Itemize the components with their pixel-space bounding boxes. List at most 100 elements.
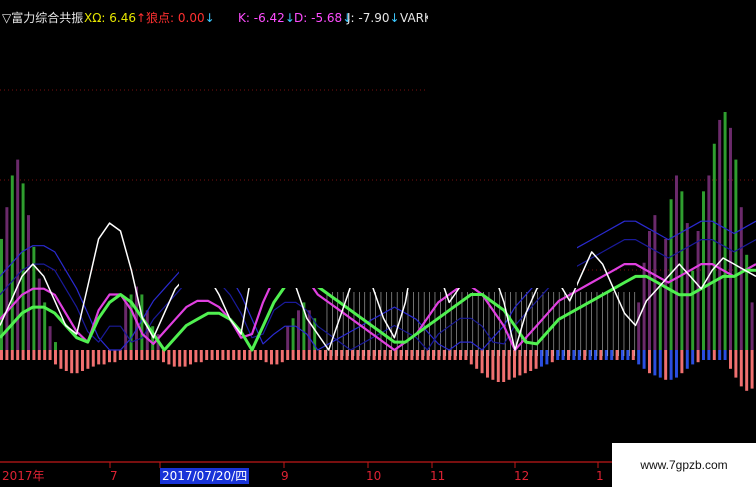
legend-item-d: D: -5.68↓	[294, 9, 352, 27]
negative-bar	[410, 350, 414, 360]
negative-bar	[70, 350, 74, 374]
negative-bar	[388, 350, 392, 360]
negative-bar	[135, 350, 138, 360]
histogram-bar	[286, 326, 290, 350]
negative-bar	[264, 350, 268, 363]
negative-bar	[437, 350, 441, 360]
negative-bar	[750, 350, 754, 389]
negative-bar	[32, 350, 36, 360]
negative-bar	[259, 350, 263, 360]
x-tick-label: 1	[596, 469, 604, 483]
histogram-bar	[685, 223, 689, 350]
negative-bar	[129, 350, 133, 360]
negative-bar	[237, 350, 241, 360]
negative-bar	[351, 350, 354, 360]
histogram-bar	[712, 143, 716, 350]
negative-bar	[64, 350, 68, 371]
histogram-bar	[718, 119, 722, 350]
x-tick-label: 7	[110, 469, 118, 483]
legend-label: K:	[238, 11, 250, 25]
negative-bar	[194, 350, 198, 363]
negative-bar	[16, 350, 20, 360]
legend-label: 狼点:	[146, 11, 175, 25]
negative-bar	[5, 350, 9, 360]
negative-bar	[691, 350, 695, 365]
negative-bar	[297, 350, 300, 360]
negative-bar	[183, 350, 187, 367]
histogram-bar	[48, 326, 52, 350]
legend-value: 0.00	[177, 11, 205, 25]
negative-bar	[480, 350, 484, 374]
legend-value: -5.68	[311, 11, 343, 25]
negative-bar	[172, 350, 176, 367]
histogram-bar	[291, 318, 295, 350]
legend-value: 6.46	[109, 11, 136, 25]
negative-bar	[275, 350, 279, 365]
negative-bar	[685, 350, 689, 369]
negative-bar	[745, 350, 749, 391]
negative-bar	[734, 350, 738, 378]
negative-bar	[502, 350, 506, 382]
negative-bar	[610, 350, 614, 360]
negative-bar	[653, 350, 657, 376]
negative-bar	[118, 350, 122, 360]
histogram-bar	[21, 183, 25, 350]
negative-bar	[286, 350, 290, 360]
indicator-name: 富力综合共振	[11, 11, 84, 25]
histogram-bar	[297, 310, 300, 350]
negative-bar	[702, 350, 705, 360]
negative-bar	[658, 350, 662, 378]
negative-bar	[167, 350, 171, 365]
negative-bar	[108, 350, 111, 363]
negative-bar	[270, 350, 273, 365]
negative-bar	[399, 350, 403, 360]
negative-bar	[151, 350, 155, 360]
negative-bar	[583, 350, 587, 360]
negative-bar	[567, 350, 570, 360]
negative-bar	[572, 350, 576, 360]
collapse-triangle-icon[interactable]: ▽	[2, 11, 11, 25]
negative-bar	[27, 350, 30, 360]
x-tick-label: 11	[430, 469, 446, 483]
negative-bar	[318, 350, 322, 360]
negative-bar	[43, 350, 47, 360]
negative-bar	[491, 350, 495, 380]
negative-bar	[302, 350, 306, 360]
negative-bar	[59, 350, 63, 369]
redaction-block	[428, 0, 756, 112]
negative-bar	[340, 350, 344, 360]
negative-bar	[707, 350, 711, 360]
histogram-bar	[750, 302, 754, 350]
negative-bar	[729, 350, 732, 369]
histogram-bar	[658, 286, 662, 350]
x-tick-label-selected[interactable]: 2017/07/20/四	[160, 468, 250, 484]
negative-bar	[637, 350, 641, 365]
negative-bar	[75, 350, 79, 374]
negative-bar	[529, 350, 533, 371]
negative-bar	[675, 350, 678, 378]
negative-bar	[356, 350, 360, 360]
negative-bar	[507, 350, 511, 380]
legend-item-j: J: -7.90↓	[347, 9, 400, 27]
negative-bar	[718, 350, 722, 360]
negative-bar	[54, 350, 57, 365]
negative-bar	[383, 350, 387, 360]
negative-bar	[378, 350, 381, 360]
down-arrow-icon: ↓	[389, 11, 400, 25]
negative-bar	[696, 350, 700, 363]
negative-bar	[367, 350, 371, 360]
negative-bar	[604, 350, 608, 360]
histogram-bar	[675, 175, 678, 350]
negative-bar	[210, 350, 214, 360]
negative-bar	[405, 350, 408, 360]
legend-item-k: K: -6.42↓	[238, 9, 295, 27]
negative-bar	[594, 350, 597, 360]
negative-bar	[189, 350, 192, 365]
x-tick-label: 12	[514, 469, 530, 483]
negative-bar	[469, 350, 473, 365]
negative-bar	[102, 350, 106, 365]
negative-bar	[475, 350, 479, 369]
histogram-bar	[648, 231, 651, 350]
legend-value: -6.42	[253, 11, 285, 25]
negative-bar	[232, 350, 236, 360]
